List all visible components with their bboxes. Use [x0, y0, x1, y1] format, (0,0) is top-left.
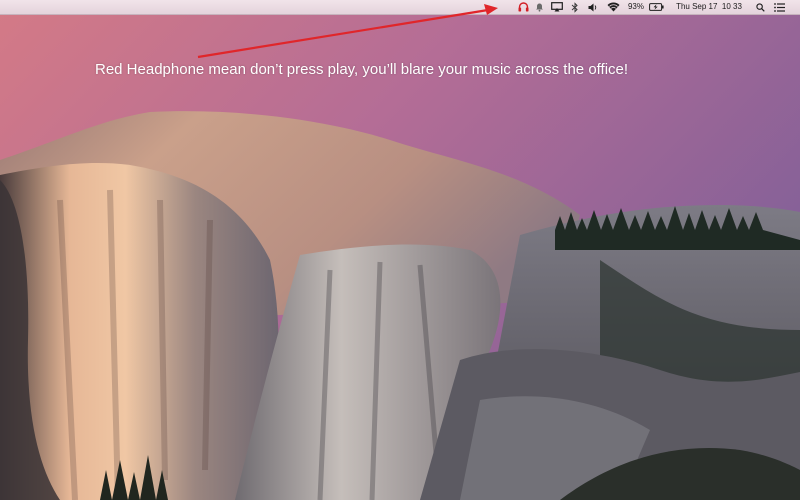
notification-bell-icon [535, 3, 543, 12]
battery-percent-label: 93% [627, 2, 644, 11]
airplay-menu[interactable] [550, 0, 564, 14]
notification-center-button[interactable] [772, 0, 787, 14]
notification-center-icon [774, 2, 785, 12]
clock-label: Thu Sep 17 10 33 [676, 2, 742, 11]
bluetooth-icon [571, 1, 578, 13]
volume-icon [588, 3, 596, 11]
headphones-icon [518, 2, 528, 12]
notifications-menu[interactable] [533, 0, 545, 14]
wifi-menu[interactable] [606, 0, 621, 14]
wifi-icon [607, 2, 620, 12]
menubar-clock[interactable]: Thu Sep 17 10 33 [668, 0, 750, 14]
battery-menu[interactable] [648, 0, 665, 14]
spotlight-search-icon [755, 2, 765, 12]
battery-charging-icon [649, 3, 664, 11]
airplay-icon [551, 2, 563, 12]
battery-percent[interactable]: 93% [624, 0, 648, 14]
bluetooth-menu[interactable] [569, 0, 581, 14]
annotation-caption: Red Headphone mean don’t press play, you… [95, 61, 629, 78]
volume-menu[interactable] [586, 0, 598, 14]
headphones-menu[interactable] [516, 0, 530, 14]
spotlight-button[interactable] [753, 0, 767, 14]
menu-bar: 93% Thu Sep 17 10 33 [0, 0, 800, 15]
